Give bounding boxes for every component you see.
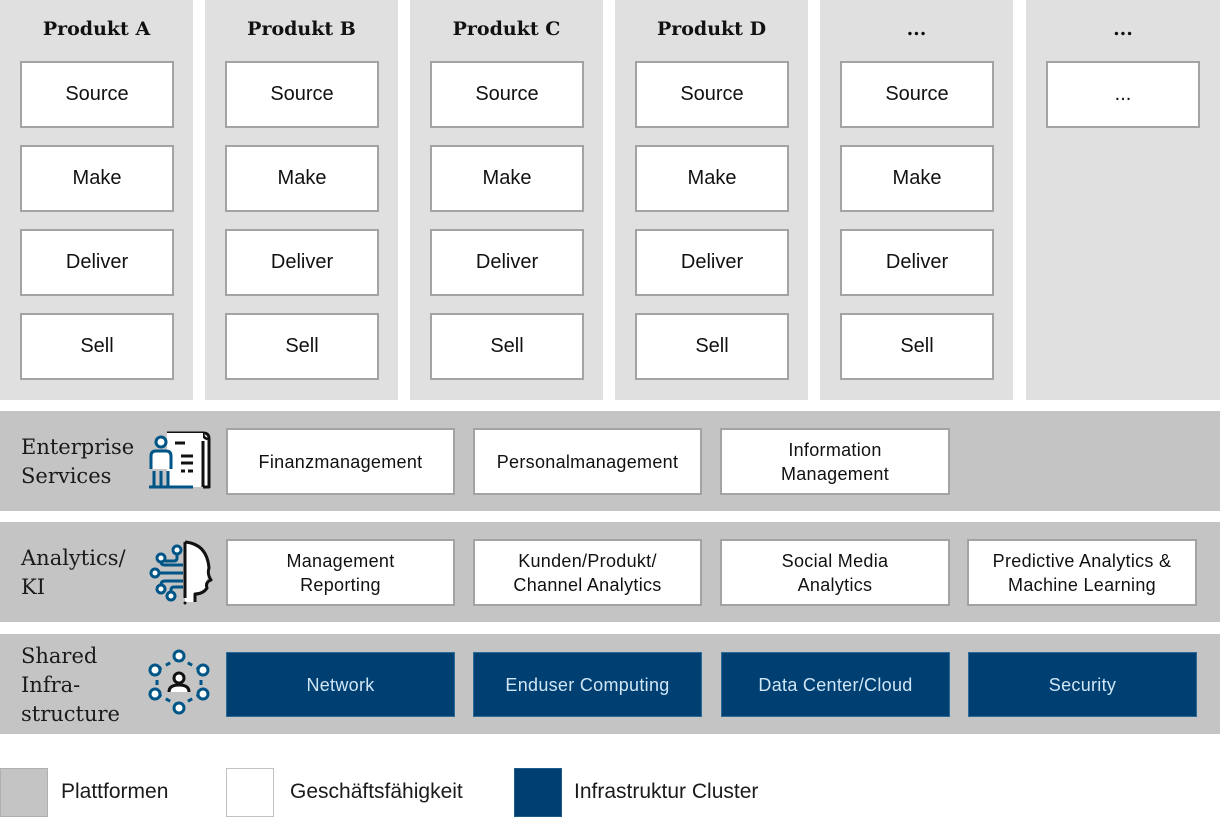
ai-head-circuit-icon	[149, 540, 213, 605]
band-enterprise-services: Enterprise Services Finanzmanagement Per…	[0, 411, 1220, 511]
platform-title: Produkt A	[42, 18, 151, 40]
platform-title: Produkt C	[452, 18, 561, 40]
legend-swatch-infrastruktur-cluster	[514, 768, 562, 817]
platform-title: ...	[1113, 18, 1133, 40]
capability-deliver: Deliver	[635, 229, 789, 296]
platform-column-produkt-a: Produkt A Source Make Deliver Sell	[0, 0, 193, 400]
legend-label-plattformen: Plattformen	[61, 780, 169, 803]
infra-cluster-enduser-computing: Enduser Computing	[473, 652, 702, 717]
capability-make: Make	[20, 145, 174, 212]
capability-sell: Sell	[225, 313, 379, 380]
platform-column-produkt-b: Produkt B Source Make Deliver Sell	[205, 0, 398, 400]
capability-sell: Sell	[840, 313, 994, 380]
capability-deliver: Deliver	[840, 229, 994, 296]
capability-management-reporting: Management Reporting	[226, 539, 455, 606]
capability-finanzmanagement: Finanzmanagement	[226, 428, 455, 495]
capability-information-management: Information Management	[720, 428, 950, 495]
capability-make: Make	[430, 145, 584, 212]
capability-placeholder: ...	[1046, 61, 1200, 128]
band-label: Analytics/ KI	[21, 546, 126, 599]
legend-label-infrastruktur-cluster: Infrastruktur Cluster	[574, 780, 759, 803]
platform-title: Produkt B	[247, 18, 356, 40]
capability-sell: Sell	[430, 313, 584, 380]
network-user-icon	[148, 649, 210, 715]
legend: Plattformen Geschäftsfähigkeit Infrastru…	[0, 768, 1220, 818]
platform-column-more-2: ... ...	[1026, 0, 1220, 400]
legend-label-geschaeftsfaehigkeit: Geschäftsfähigkeit	[290, 780, 463, 803]
capability-source: Source	[225, 61, 379, 128]
capability-social-media-analytics: Social Media Analytics	[720, 539, 950, 606]
capability-source: Source	[635, 61, 789, 128]
person-document-icon	[149, 431, 211, 489]
infra-cluster-security: Security	[968, 652, 1197, 717]
capability-source: Source	[20, 61, 174, 128]
capability-source: Source	[430, 61, 584, 128]
capability-sell: Sell	[20, 313, 174, 380]
capability-sell: Sell	[635, 313, 789, 380]
capability-make: Make	[840, 145, 994, 212]
platform-column-produkt-d: Produkt D Source Make Deliver Sell	[615, 0, 808, 400]
platform-title: Produkt D	[656, 18, 767, 40]
band-analytics-ki: Analytics/ KI Management Reporting Kunde…	[0, 522, 1220, 622]
capability-make: Make	[635, 145, 789, 212]
capability-deliver: Deliver	[225, 229, 379, 296]
platform-column-more: ... Source Make Deliver Sell	[820, 0, 1013, 400]
platform-title: ...	[906, 18, 927, 40]
capability-kunden-produkt-channel-analytics: Kunden/Produkt/ Channel Analytics	[473, 539, 702, 606]
capability-make: Make	[225, 145, 379, 212]
infra-cluster-network: Network	[226, 652, 455, 717]
capability-deliver: Deliver	[430, 229, 584, 296]
band-label: Enterprise Services	[21, 435, 135, 488]
band-shared-infrastructure: Shared Infra- structure Network Enduser …	[0, 634, 1220, 734]
band-label: Shared Infra- structure	[21, 644, 120, 726]
capability-personalmanagement: Personalmanagement	[473, 428, 702, 495]
capability-source: Source	[840, 61, 994, 128]
legend-swatch-plattformen	[0, 768, 48, 817]
capability-predictive-analytics-ml: Predictive Analytics & Machine Learning	[967, 539, 1197, 606]
platform-column-produkt-c: Produkt C Source Make Deliver Sell	[410, 0, 603, 400]
infra-cluster-data-center-cloud: Data Center/Cloud	[721, 652, 950, 717]
capability-deliver: Deliver	[20, 229, 174, 296]
legend-swatch-geschaeftsfaehigkeit	[226, 768, 274, 817]
